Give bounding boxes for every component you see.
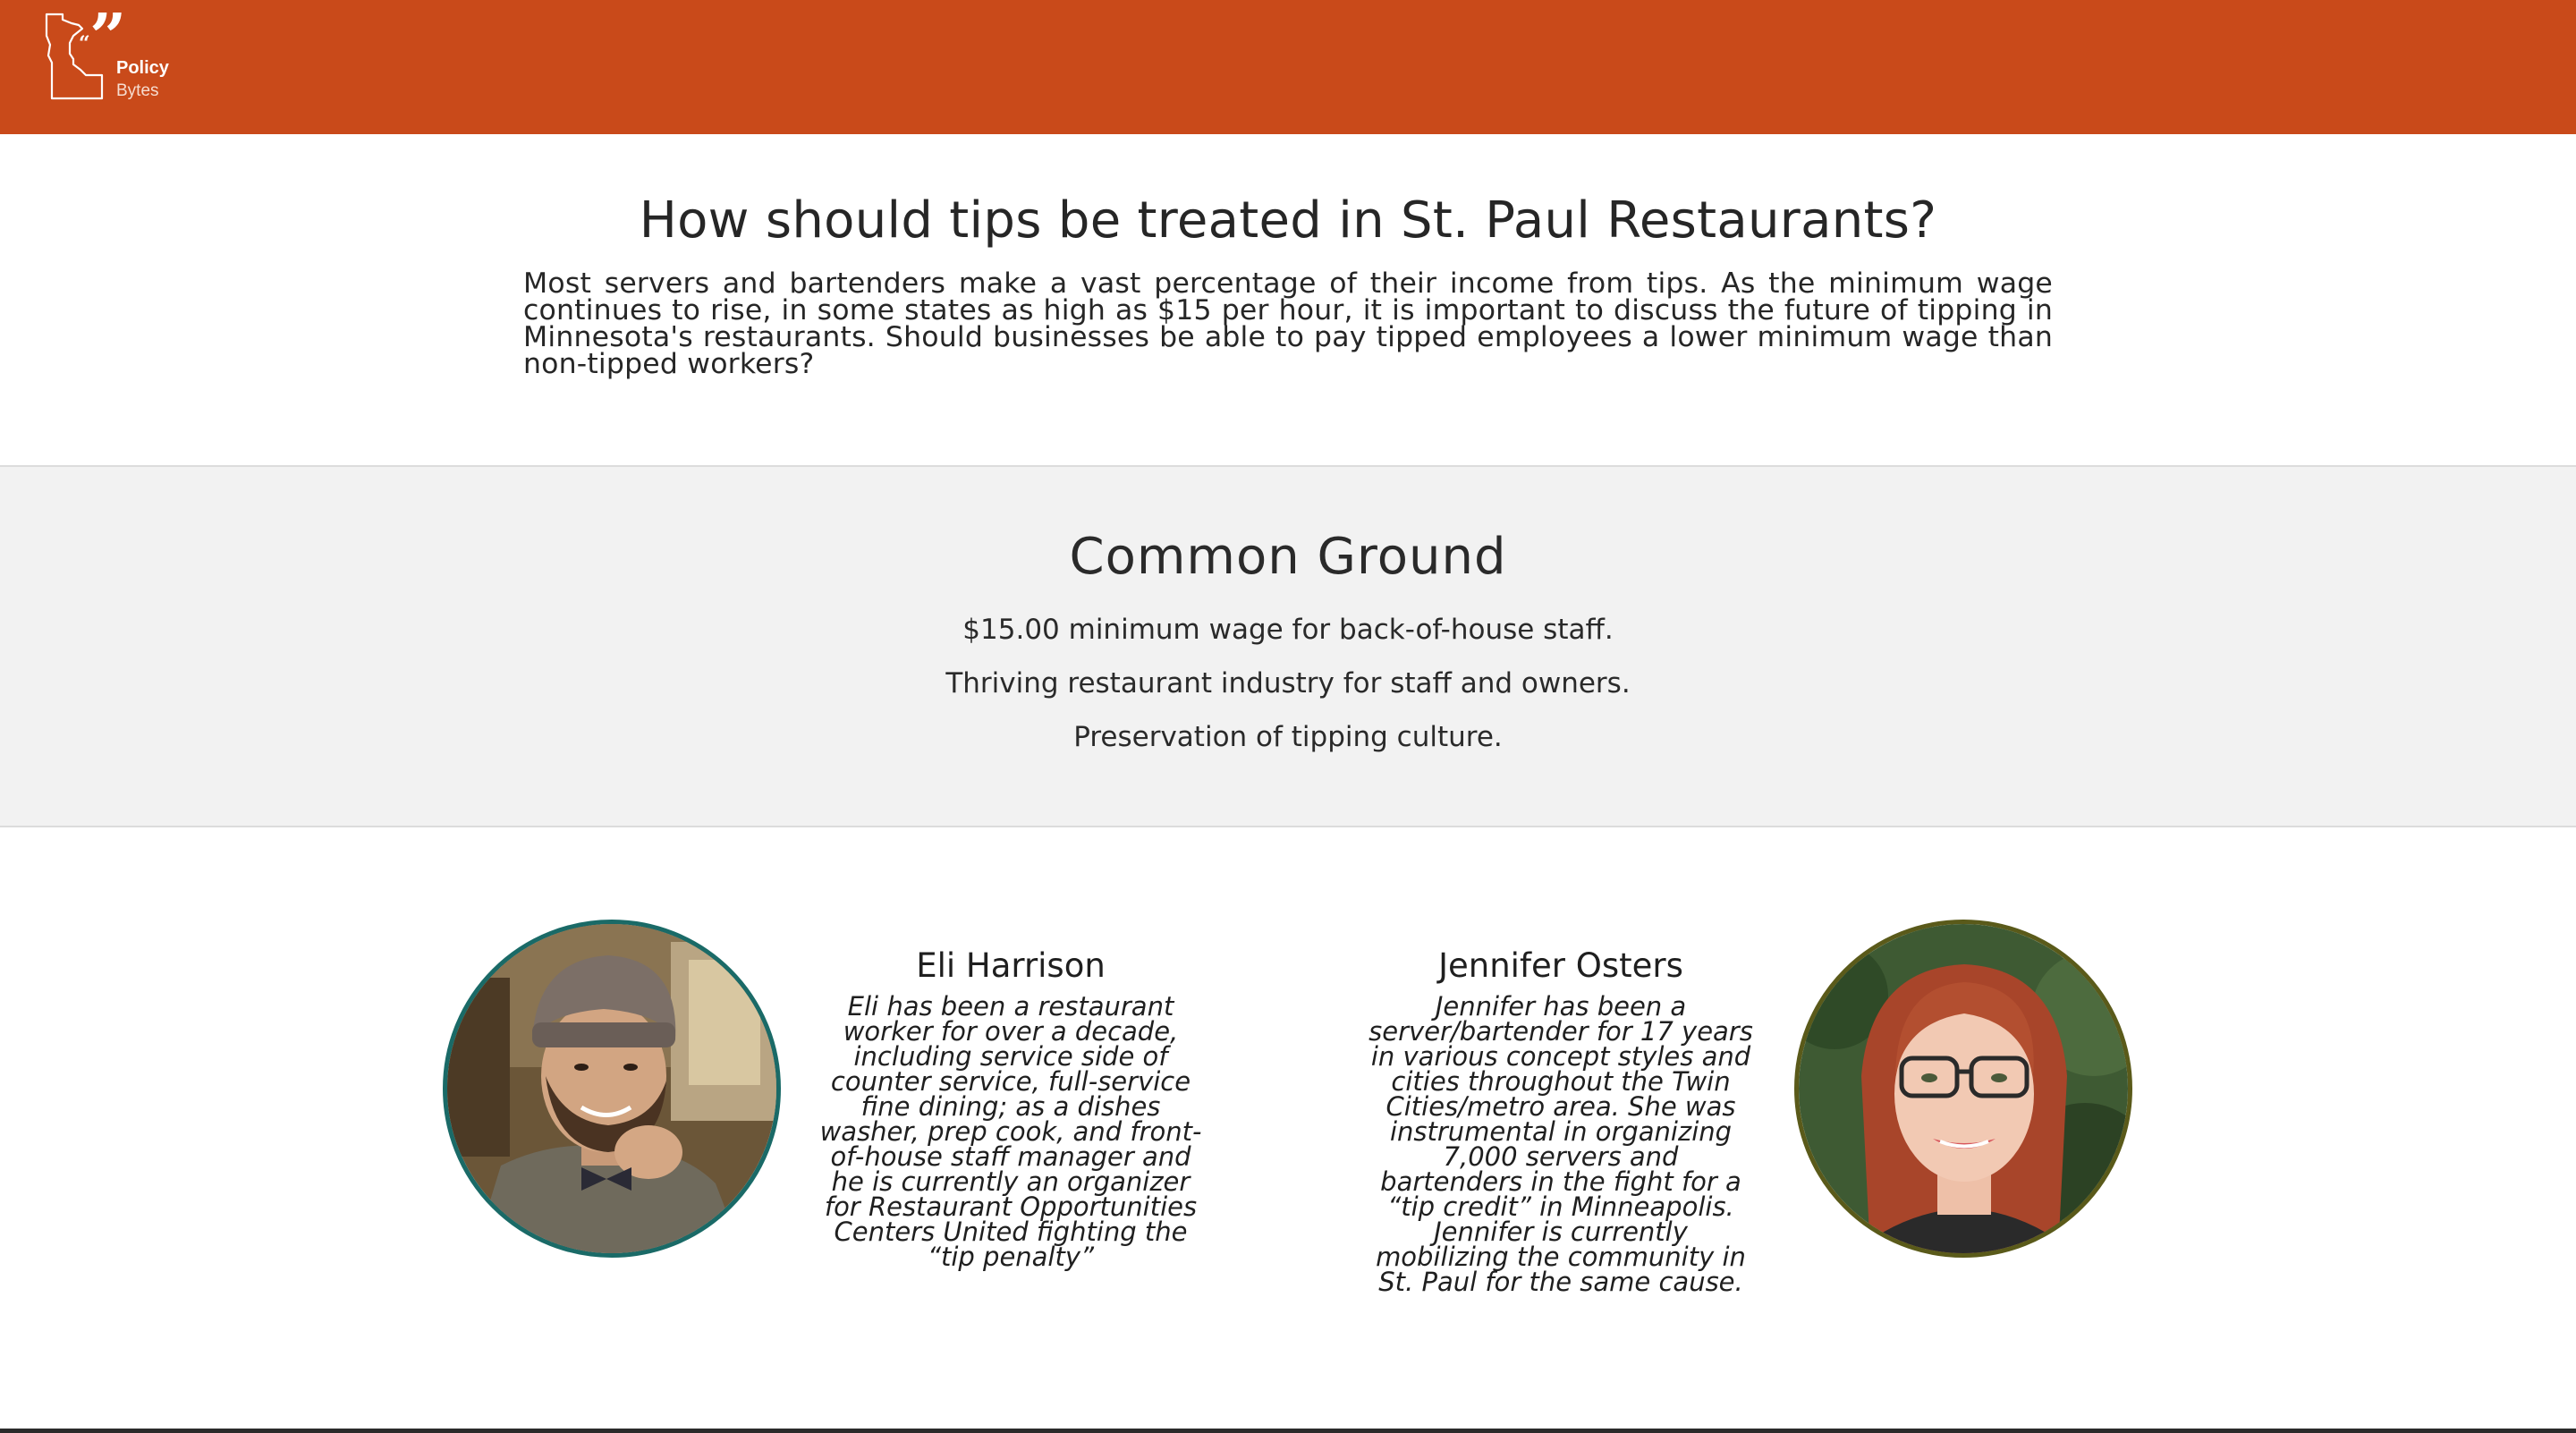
bottom-edge [0,1429,2576,1433]
page-title: How should tips be treated in St. Paul R… [639,191,1937,250]
top-header-bar: ” “ Policy Bytes [0,0,2576,134]
intro-paragraph: Most servers and bartenders make a vast … [523,267,2053,380]
svg-text:“: “ [79,32,90,55]
common-ground-section: Common Ground $15.00 minimum wage for ba… [0,465,2576,827]
speaker-jennifer-osters: Jennifer Osters Jennifer has been a serv… [1368,944,1753,1297]
speaker-name: Eli Harrison [916,946,1106,985]
speaker-bio: Jennifer has been a server/bartender for… [1368,991,1753,1297]
logo-word-policy: Policy [116,58,169,78]
common-ground-item: Preservation of tipping culture. [1073,721,1503,753]
eli-harrison-avatar [443,920,781,1258]
policy-bytes-logo[interactable]: ” “ Policy Bytes [43,13,177,102]
speaker-eli-harrison: Eli Harrison Eli has been a restaurant w… [814,944,1208,1272]
speaker-bio: Eli has been a restaurant worker for ove… [819,991,1202,1272]
logo-wordmark: Policy Bytes [116,57,169,102]
common-ground-item: $15.00 minimum wage for back-of-house st… [962,614,1614,646]
common-ground-item: Thriving restaurant industry for staff a… [945,667,1631,700]
speakers-section: Eli Harrison Eli has been a restaurant w… [0,827,2576,1433]
common-ground-list: $15.00 minimum wage for back-of-house st… [0,603,2576,764]
common-ground-title: Common Ground [1069,528,1507,586]
logo-word-bytes: Bytes [116,81,159,100]
intro-section: How should tips be treated in St. Paul R… [0,134,2576,465]
speaker-name: Jennifer Osters [1438,946,1683,985]
jennifer-osters-avatar [1794,920,2132,1258]
